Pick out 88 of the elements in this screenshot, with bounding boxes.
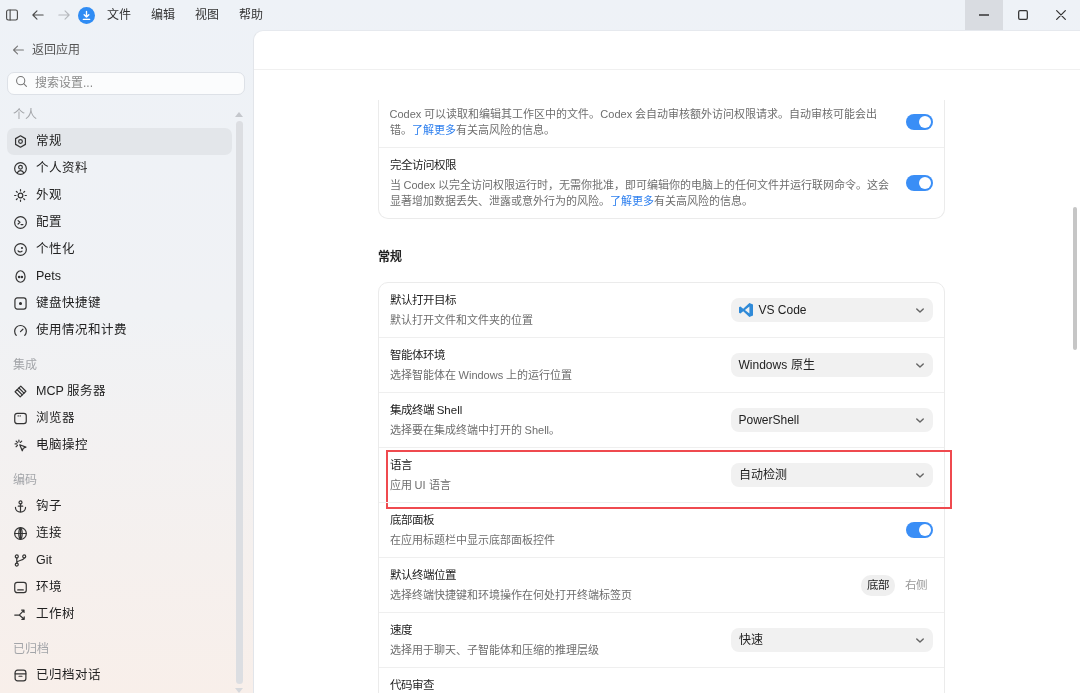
chevron-down-icon xyxy=(915,637,924,643)
chevron-down-icon xyxy=(915,472,924,478)
terminal-circle-icon xyxy=(14,216,27,229)
sidebar-item[interactable]: Git xyxy=(7,547,232,574)
setting-description: 选择用于聊天、子智能体和压缩的推理层级 xyxy=(389,643,600,658)
layers-icon xyxy=(14,385,27,398)
setting-title: 完全访问权限 xyxy=(389,158,457,173)
split-arrow-icon xyxy=(14,608,27,621)
sidebar-toggle-icon[interactable] xyxy=(6,9,18,21)
sidebar-item[interactable]: 电脑操控 xyxy=(7,432,232,459)
download-icon[interactable] xyxy=(78,6,95,24)
sidebar-item[interactable]: 外观 xyxy=(7,182,232,209)
sidebar-item[interactable]: 个性化 xyxy=(7,236,232,263)
sidebar-item[interactable]: Pets xyxy=(7,263,232,290)
anchor-icon xyxy=(14,500,27,513)
setting-title: 底部面板 xyxy=(389,513,435,528)
scrollbar-thumb[interactable] xyxy=(235,121,243,684)
setting-description: 应用 UI 语言 xyxy=(389,478,452,493)
dropdown-select[interactable]: 快速 xyxy=(730,628,933,652)
chevron-down-icon xyxy=(915,307,924,313)
segment-option[interactable]: 底部 xyxy=(860,574,895,596)
minimize-icon xyxy=(979,14,990,16)
menu-item[interactable]: 文件 xyxy=(97,0,141,30)
browser-window-icon xyxy=(14,412,27,425)
section-label: 集成 xyxy=(12,357,38,374)
sidebar-item[interactable]: 键盘快捷键 xyxy=(7,290,232,317)
section-label: 个人 xyxy=(12,107,38,124)
back-arrow-icon[interactable] xyxy=(32,9,44,21)
pet-face-icon xyxy=(14,270,27,283)
setting-description: 默认打开文件和文件夹的位置 xyxy=(389,313,534,328)
sidebar-item[interactable]: 常规 xyxy=(7,128,232,155)
search-field[interactable]: 搜索设置... xyxy=(7,71,245,95)
close-icon xyxy=(1055,10,1066,20)
setting-title: 默认打开目标 xyxy=(389,293,457,308)
back-link[interactable]: 返回应用 xyxy=(7,41,80,59)
gauge-icon xyxy=(14,324,27,337)
person-circle-icon xyxy=(14,162,27,175)
section-heading: 常规 xyxy=(377,248,403,266)
setting-title: 智能体环境 xyxy=(389,348,446,363)
menu-item[interactable]: 帮助 xyxy=(229,0,273,30)
menu-item[interactable]: 视图 xyxy=(185,0,229,30)
sidebar-item[interactable]: 个人资料 xyxy=(7,155,232,182)
sun-icon xyxy=(14,189,27,202)
archive-icon xyxy=(14,669,27,682)
dropdown-select[interactable]: Windows 原生 xyxy=(730,353,933,377)
back-arrow-icon xyxy=(13,45,24,55)
setting-title: 速度 xyxy=(389,623,413,638)
sidebar-item[interactable]: MCP 服务器 xyxy=(7,378,232,405)
setting-title: 集成终端 Shell xyxy=(389,403,464,418)
section-label: 编码 xyxy=(12,472,38,489)
search-icon xyxy=(16,76,27,87)
maximize-icon xyxy=(1017,10,1028,20)
monitor-icon xyxy=(14,581,27,594)
globe-icon xyxy=(14,527,27,540)
menu-item[interactable]: 编辑 xyxy=(141,0,185,30)
setting-title: 代码审查 xyxy=(389,678,435,693)
scrollbar-thumb[interactable] xyxy=(1073,207,1077,350)
setting-description: 在应用标题栏中显示底部面板控件 xyxy=(389,533,556,548)
learn-more-link[interactable]: 了解更多 xyxy=(609,195,654,207)
learn-more-link[interactable]: 了解更多 xyxy=(411,124,456,136)
sidebar-item[interactable]: 连接 xyxy=(7,520,232,547)
dropdown-select[interactable]: VS Code xyxy=(730,298,933,322)
branch-icon xyxy=(14,554,27,567)
setting-description: 选择要在集成终端中打开的 Shell。 xyxy=(389,423,562,438)
sidebar-item[interactable]: 配置 xyxy=(7,209,232,236)
toggle-switch[interactable] xyxy=(905,522,933,538)
dropdown-select[interactable]: PowerShell xyxy=(730,408,933,432)
toggle-switch[interactable] xyxy=(905,114,933,130)
sidebar-item[interactable]: 使用情况和计费 xyxy=(7,317,232,344)
smile-circle-icon xyxy=(14,243,27,256)
setting-description: Codex 可以读取和编辑其工作区中的文件。Codex 会自动审核额外访问权限请求。自动审核可能会出错。了解更多有关高风险的信息。 xyxy=(389,107,879,138)
setting-description: 选择智能体在 Windows 上的运行位置 xyxy=(389,368,574,383)
sidebar-item[interactable]: 工作树 xyxy=(7,601,232,628)
setting-description: 当 Codex 以完全访问权限运行时，无需你批准，即可编辑你的电脑上的任何文件并运行联网命令。这会显著增加数据丢失、泄露或意外行为的风险。了解更多有关高风险的信息。 xyxy=(389,178,890,209)
settings-icon xyxy=(14,135,27,148)
dropdown-select[interactable]: 自动检测 xyxy=(730,463,933,487)
setting-title: 语言 xyxy=(389,458,413,473)
cursor-click-icon xyxy=(14,439,27,452)
sidebar-item[interactable]: 已归档对话 xyxy=(7,662,232,689)
sidebar-item[interactable]: 钩子 xyxy=(7,493,232,520)
chevron-down-icon xyxy=(915,362,924,368)
sidebar-item[interactable]: 环境 xyxy=(7,574,232,601)
toggle-switch[interactable] xyxy=(905,175,933,191)
sidebar-item[interactable]: 浏览器 xyxy=(7,405,232,432)
chevron-down-icon xyxy=(915,417,924,423)
setting-title: 默认终端位置 xyxy=(389,568,457,583)
setting-description: 选择终端快捷键和环境操作在何处打开终端标签页 xyxy=(389,588,633,603)
section-label: 已归档 xyxy=(12,641,50,658)
